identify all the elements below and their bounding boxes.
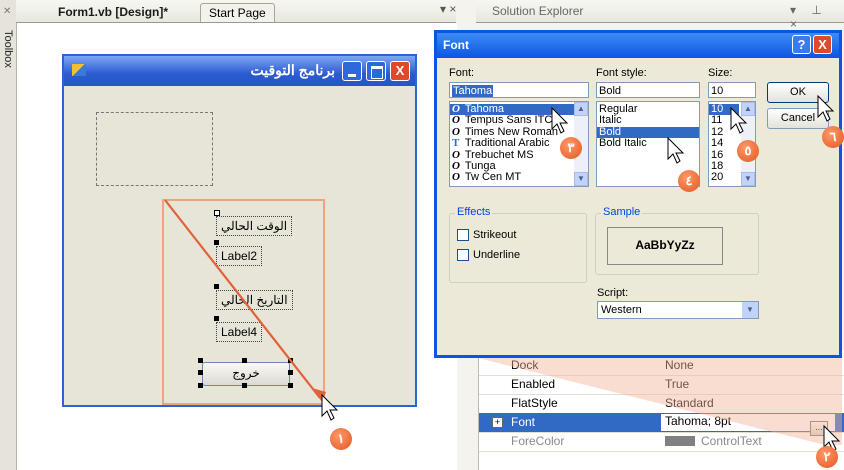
font-list-item-label: Times New Roman [464, 125, 558, 138]
selection-handle[interactable] [198, 358, 203, 363]
underline-checkbox[interactable] [457, 249, 469, 261]
property-value[interactable]: True [665, 377, 689, 391]
scroll-down-icon[interactable]: ▼ [741, 172, 755, 186]
font-dialog-title: Font [443, 38, 469, 52]
strikeout-label[interactable]: Strikeout [473, 229, 516, 241]
property-value[interactable]: None [665, 358, 694, 372]
toolbox-strip[interactable]: ✕ Toolbox [0, 0, 17, 470]
scroll-up-icon[interactable]: ▲ [741, 102, 755, 116]
designed-form[interactable]: برنامج التوقيت X الوقت الحالي Label2 الت… [62, 54, 417, 407]
effects-label: Effects [455, 206, 493, 218]
chevron-down-icon[interactable]: ▼ [742, 302, 758, 318]
font-dialog-titlebar: Font ? X [437, 33, 839, 58]
step-badge-4: ٤ [678, 170, 700, 192]
dialog-close-button[interactable]: X [813, 35, 832, 54]
font-list-item-label: Tahoma [464, 103, 504, 115]
property-value[interactable]: ControlText [701, 434, 762, 448]
help-button[interactable]: ? [792, 35, 811, 54]
selection-handle[interactable] [288, 370, 293, 375]
solution-explorer-title: Solution Explorer [492, 4, 584, 18]
property-row-flatstyle[interactable]: FlatStyle Standard [479, 394, 844, 414]
selection-handle[interactable] [242, 383, 247, 388]
property-name: Dock [511, 358, 539, 372]
font-style-input[interactable]: Bold [596, 82, 700, 98]
selection-handle[interactable] [288, 358, 293, 363]
underline-label[interactable]: Underline [473, 249, 520, 261]
label2[interactable]: Label2 [216, 246, 263, 266]
form-title: برنامج التوقيت [250, 62, 336, 78]
property-row-forecolor[interactable]: ForeColor ControlText [479, 432, 844, 452]
tab-controls[interactable]: ▾ × [440, 2, 456, 16]
opentype-icon: O [452, 171, 460, 184]
selection-handle[interactable] [198, 383, 203, 388]
selection-handle[interactable] [198, 370, 203, 375]
form-titlebar: برنامج التوقيت X [64, 56, 415, 86]
maximize-button[interactable] [366, 61, 386, 81]
expand-icon[interactable]: + [492, 417, 503, 428]
property-value[interactable]: Standard [665, 396, 714, 410]
font-style-label: Font style: [596, 67, 647, 79]
script-value: Western [601, 304, 642, 316]
tab-start-page[interactable]: Start Page [200, 3, 275, 22]
selection-handle[interactable] [242, 358, 247, 363]
color-swatch [665, 436, 695, 446]
selection-handle[interactable] [214, 210, 220, 216]
cancel-button[interactable]: Cancel [767, 108, 829, 129]
toolbox-pin-icon[interactable]: ✕ [3, 6, 11, 17]
selection-handle[interactable] [214, 316, 219, 321]
current-date-label[interactable]: التاريخ الحالي [216, 290, 293, 310]
tab-form-design[interactable]: Form1.vb [Design]* [50, 3, 176, 21]
sample-preview: AaBbYyZz [607, 227, 723, 265]
font-style-item[interactable]: Bold Italic [597, 137, 699, 149]
font-list-item-label: Trebuchet MS [464, 148, 534, 161]
property-row-dock[interactable]: Dock None [479, 356, 844, 376]
property-row-enabled[interactable]: Enabled True [479, 375, 844, 395]
font-dialog: Font ? X Font: Tahoma O Tahoma O Tempus … [434, 30, 842, 358]
toolbox-label[interactable]: Toolbox [2, 30, 14, 68]
sample-label: Sample [601, 206, 643, 218]
strikeout-checkbox[interactable] [457, 229, 469, 241]
font-name-input[interactable]: Tahoma [449, 82, 589, 98]
font-name-value: Tahoma [452, 85, 494, 97]
font-list-item[interactable]: O Tw Cen MT [450, 171, 588, 184]
selection-handle[interactable] [214, 240, 219, 245]
font-list-item-label: Tunga [464, 159, 496, 172]
selection-handle[interactable] [214, 284, 219, 289]
font-list-item-label: Tw Cen MT [464, 171, 522, 184]
properties-grid: Dock None Enabled True FlatStyle Standar… [478, 350, 844, 470]
step-badge-1: ١ [330, 428, 352, 450]
font-label: Font: [449, 67, 475, 79]
minimize-button[interactable] [342, 61, 362, 81]
property-name: Font [511, 415, 536, 429]
step-badge-5: ٥ [737, 140, 759, 162]
property-row-font[interactable]: + Font Tahoma; 8pt [479, 413, 844, 433]
step-badge-6: ٦ [822, 126, 844, 148]
script-label: Script: [597, 287, 629, 299]
form-close-button[interactable]: X [390, 61, 410, 81]
property-name: ForeColor [511, 434, 565, 448]
truetype-icon: T [452, 137, 460, 150]
font-list-item-label: Traditional Arabic [464, 137, 550, 150]
current-time-label[interactable]: الوقت الحالي [216, 216, 293, 236]
step-badge-2: ٢ [816, 446, 838, 468]
property-name: FlatStyle [511, 396, 558, 410]
script-select[interactable]: Western ▼ [597, 301, 759, 319]
font-ellipsis-button[interactable]: ... [810, 421, 828, 436]
scroll-up-icon[interactable]: ▲ [574, 102, 588, 116]
selection-handle[interactable] [288, 383, 293, 388]
font-list-item-label: Tempus Sans ITC [464, 114, 553, 127]
property-name: Enabled [511, 377, 556, 391]
size-input[interactable]: 10 [708, 82, 756, 98]
timer-placeholder[interactable] [96, 112, 213, 186]
size-label: Size: [708, 67, 733, 79]
effects-group [449, 213, 587, 283]
solution-explorer-controls[interactable]: ▾ ⊥ × [790, 3, 844, 31]
form-app-icon [72, 64, 86, 76]
ide-window: ✕ Toolbox Form1.vb [Design]* Start Page … [0, 0, 844, 470]
scroll-down-icon[interactable]: ▼ [574, 172, 588, 186]
label4[interactable]: Label4 [216, 322, 263, 342]
ok-button[interactable]: OK [767, 82, 829, 103]
step-badge-3: ٣ [560, 137, 582, 159]
property-value[interactable]: Tahoma; 8pt [661, 414, 835, 431]
